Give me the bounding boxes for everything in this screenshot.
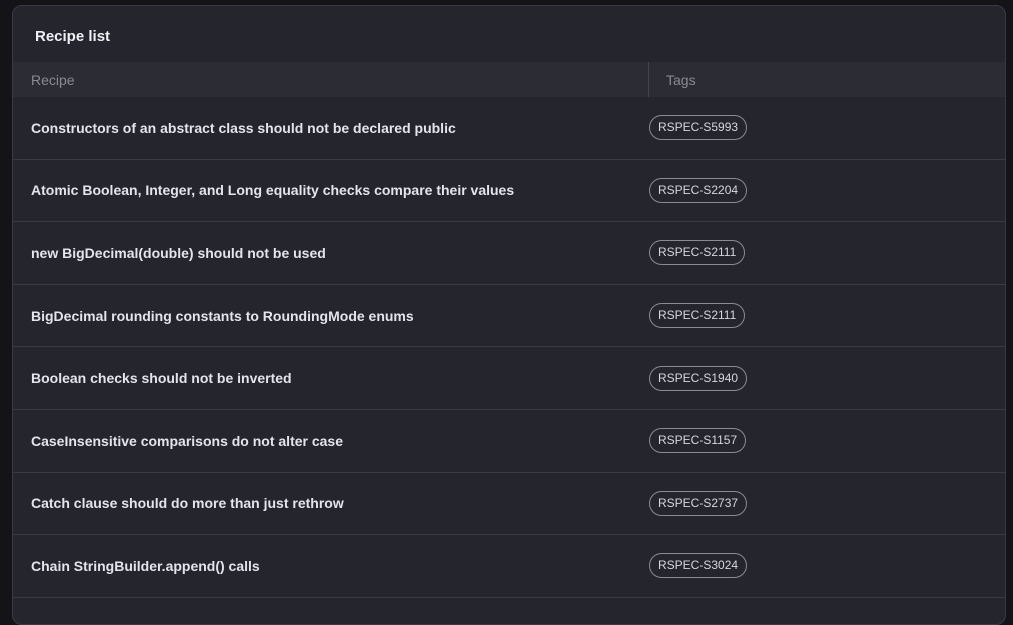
table-header: Recipe Tags [13,62,1005,97]
tags-cell: RSPEC-S2111 [649,303,746,329]
recipe-name[interactable]: Constructors of an abstract class should… [13,120,649,136]
recipe-name[interactable]: BigDecimal rounding constants to Roundin… [13,308,649,324]
tags-cell: RSPEC-S2111 [649,240,746,266]
tags-cell: RSPEC-S2204 [649,177,748,203]
tags-cell: RSPEC-S1157 [649,428,747,454]
tags-cell: RSPEC-S5993 [649,115,748,141]
recipe-name[interactable]: Catch clause should do more than just re… [13,495,649,511]
tags-cell: RSPEC-S1940 [649,365,748,391]
table-row[interactable]: Boolean checks should not be inverted RS… [13,347,1005,410]
table-row[interactable]: CaseInsensitive comparisons do not alter… [13,410,1005,473]
recipe-name[interactable]: new BigDecimal(double) should not be use… [13,245,649,261]
recipe-name[interactable]: Atomic Boolean, Integer, and Long equali… [13,182,649,198]
tag-badge[interactable]: RSPEC-S1940 [649,365,748,391]
table-row[interactable]: BigDecimal rounding constants to Roundin… [13,285,1005,348]
panel-title: Recipe list [35,28,111,45]
recipe-name[interactable]: Chain StringBuilder.append() calls [13,558,649,574]
tag-badge[interactable]: RSPEC-S2111 [649,240,746,266]
table-body: Constructors of an abstract class should… [13,97,1005,598]
tag-badge[interactable]: RSPEC-S2111 [649,303,746,329]
tag-badge[interactable]: RSPEC-S2737 [649,490,748,516]
tag-badge[interactable]: RSPEC-S3024 [649,553,748,579]
tag-badge[interactable]: RSPEC-S1157 [649,428,747,454]
table-row[interactable]: Atomic Boolean, Integer, and Long equali… [13,160,1005,223]
tags-cell: RSPEC-S3024 [649,553,748,579]
tag-badge[interactable]: RSPEC-S5993 [649,115,748,141]
table-row[interactable]: Catch clause should do more than just re… [13,473,1005,536]
tag-badge[interactable]: RSPEC-S2204 [649,177,748,203]
recipe-name[interactable]: CaseInsensitive comparisons do not alter… [13,433,649,449]
table-row[interactable]: Constructors of an abstract class should… [13,97,1005,160]
column-header-tags[interactable]: Tags [649,72,696,88]
table-row[interactable]: new BigDecimal(double) should not be use… [13,222,1005,285]
tags-cell: RSPEC-S2737 [649,490,748,516]
table-row[interactable]: Chain StringBuilder.append() calls RSPEC… [13,535,1005,598]
column-header-recipe[interactable]: Recipe [13,62,649,97]
recipe-name[interactable]: Boolean checks should not be inverted [13,370,649,386]
recipe-list-panel: Recipe list Recipe Tags Constructors of … [12,5,1006,625]
